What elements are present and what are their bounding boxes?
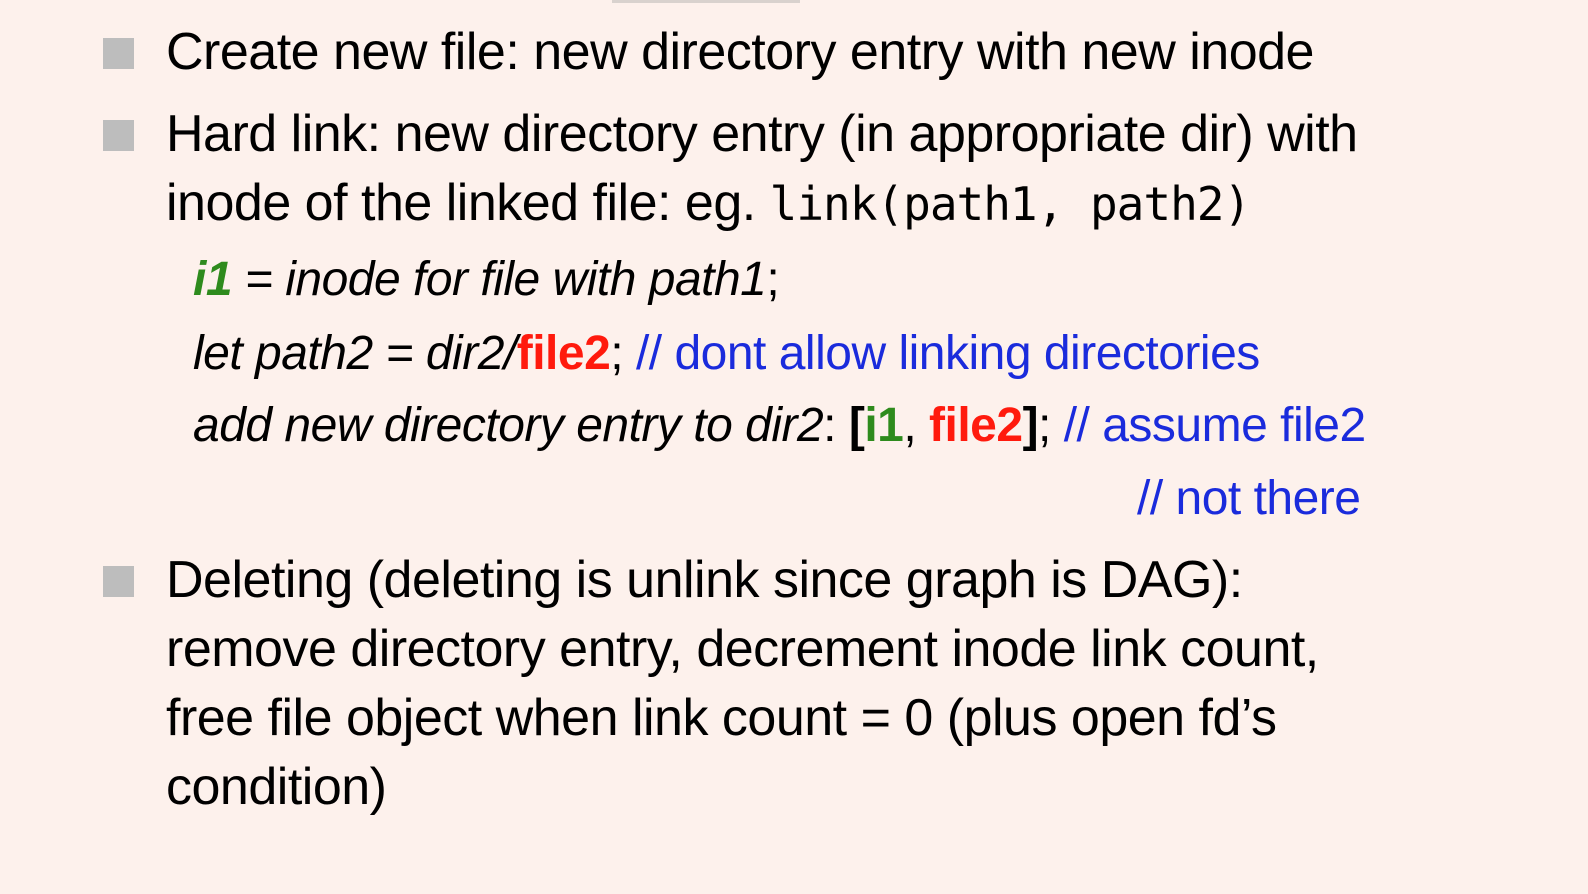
code-line-2: let path2 = dir2/file2; // dont allow li… <box>193 324 1260 384</box>
link-call-code: link(path1, path2) <box>769 177 1251 231</box>
deleting-line3-text: free file object when link count = 0 (pl… <box>166 689 1277 747</box>
code-var-i1: i1 <box>193 253 233 306</box>
hard-link-line1-text: Hard link: new directory entry (in appro… <box>166 105 1358 163</box>
deleting-line1-text: Deleting (deleting is unlink since graph… <box>166 551 1243 609</box>
code-line1-semicolon: ; <box>766 253 780 306</box>
code-var-i1: i1 <box>864 399 904 452</box>
code-comment-assume-file2: // assume file2 <box>1063 399 1366 452</box>
code-line2-semicolon: ; <box>610 327 636 380</box>
bullet-hard-link-line2: inode of the linked file: eg. link(path1… <box>166 169 1251 239</box>
code-close-bracket: ] <box>1022 399 1039 452</box>
bullet-create-file: Create new file: new directory entry wit… <box>166 18 1314 87</box>
bullet-deleting-line1: Deleting (deleting is unlink since graph… <box>166 546 1243 615</box>
hard-link-line2-text: inode of the linked file: eg. <box>166 174 770 232</box>
code-comment-not-there: // not there <box>1137 472 1361 525</box>
code-file2: file2 <box>516 327 611 380</box>
deleting-line4-text: condition) <box>166 758 387 816</box>
bullet-square-icon <box>103 566 134 597</box>
code-line3-colon: : <box>823 399 849 452</box>
bullet-hard-link-line1: Hard link: new directory entry (in appro… <box>166 100 1358 169</box>
code-line2-text: let path2 = dir2/ <box>193 327 517 380</box>
bullet-create-file-text: Create new file: new directory entry wit… <box>166 23 1314 81</box>
code-comma: , <box>903 399 930 452</box>
bullet-square-icon <box>103 38 134 69</box>
code-line-4: // not there <box>1137 469 1361 529</box>
code-line3-semicolon: ; <box>1038 399 1064 452</box>
code-line-1: i1 = inode for file with path1; <box>193 250 780 310</box>
bullet-square-icon <box>103 120 134 151</box>
code-file2: file2 <box>929 399 1023 452</box>
code-line1-text: = inode for file with path1 <box>232 253 767 306</box>
code-open-bracket: [ <box>848 399 865 452</box>
code-comment-no-dir-links: // dont allow linking directories <box>635 327 1260 380</box>
bullet-deleting-line4: condition) <box>166 753 387 822</box>
bullet-deleting-line2: remove directory entry, decrement inode … <box>166 615 1319 684</box>
deleting-line2-text: remove directory entry, decrement inode … <box>166 620 1319 678</box>
bullet-deleting-line3: free file object when link count = 0 (pl… <box>166 684 1277 753</box>
top-divider <box>612 0 800 3</box>
code-line-3: add new directory entry to dir2: [i1, fi… <box>193 396 1366 456</box>
code-line3-text: add new directory entry to dir2 <box>193 399 824 452</box>
